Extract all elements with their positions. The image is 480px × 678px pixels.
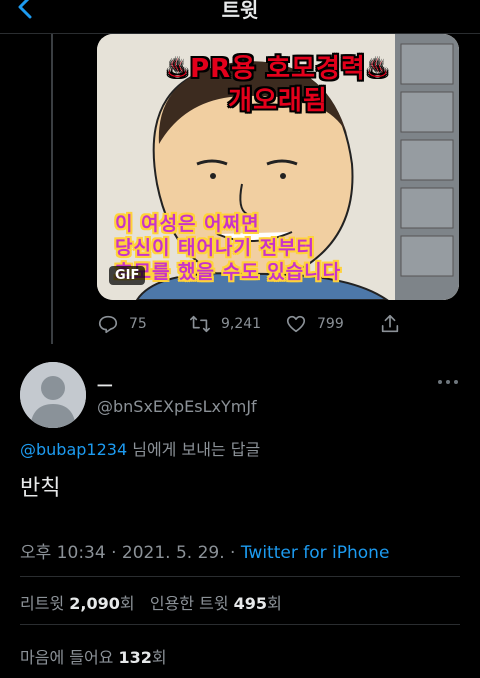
likes-label: 마음에 들어요 bbox=[20, 648, 114, 667]
tweet-date[interactable]: 2021. 5. 29. bbox=[122, 543, 225, 563]
more-options-button[interactable] bbox=[436, 374, 460, 388]
divider bbox=[20, 624, 460, 625]
gif-badge: GIF bbox=[109, 266, 146, 285]
retweet-icon bbox=[190, 315, 210, 333]
quote-tweets-label: 인용한 트윗 bbox=[149, 594, 229, 613]
quote-tweets-stat[interactable]: 인용한 트윗 495회 bbox=[150, 594, 282, 613]
more-horizontal-icon bbox=[438, 380, 458, 384]
tweet-source-link[interactable]: Twitter for iPhone bbox=[241, 543, 390, 563]
avatar[interactable] bbox=[20, 362, 86, 428]
tweet-text: 반칙 bbox=[20, 476, 61, 501]
divider bbox=[20, 576, 460, 577]
reply-count: 75 bbox=[129, 316, 147, 332]
gif-headline-line2: 개오래됨 bbox=[228, 86, 328, 116]
quote-tweets-count: 495 bbox=[233, 594, 268, 613]
display-name[interactable]: ㅡ bbox=[97, 372, 113, 397]
reply-icon bbox=[98, 315, 118, 334]
likes-unit: 회 bbox=[151, 648, 167, 667]
quote-tweets-unit: 회 bbox=[267, 594, 282, 613]
likes-count: 132 bbox=[118, 648, 152, 667]
user-handle[interactable]: @bnSxEXpEsLxYmJf bbox=[97, 397, 257, 416]
gif-caption-line2: 당신이 태어나기 전부터 bbox=[115, 237, 316, 259]
default-profile-icon bbox=[20, 362, 86, 428]
heart-icon bbox=[286, 315, 306, 333]
gif-caption-line3: 호모를 했을 수도 있습니다 bbox=[115, 261, 342, 283]
replying-to-handle-link[interactable]: @bubap1234 bbox=[20, 440, 127, 459]
retweets-stat[interactable]: 리트윗 2,090회 bbox=[20, 594, 135, 613]
thread-connector-line bbox=[51, 34, 53, 344]
gif-media[interactable]: ♨PR용 호모경력♨ 개오래됨 이 여성은 어쩌면 당신이 태어나기 전부터 호… bbox=[97, 34, 459, 300]
engagement-stats: 리트윗 2,090회 인용한 트윗 495회 bbox=[20, 590, 282, 614]
meta-separator: · bbox=[230, 543, 236, 563]
share-icon bbox=[381, 314, 399, 333]
gif-caption-line1: 이 여성은 어쩌면 bbox=[115, 213, 260, 235]
retweets-unit: 회 bbox=[119, 594, 135, 613]
tweet-metadata: 오후 10:34 · 2021. 5. 29. · Twitter for iP… bbox=[20, 538, 389, 563]
replying-to: @bubap1234 님에게 보내는 답글 bbox=[20, 436, 260, 460]
replying-to-suffix: 님에게 보내는 답글 bbox=[127, 440, 261, 459]
gif-headline-line1: ♨PR용 호모경력♨ bbox=[165, 54, 391, 84]
like-count: 799 bbox=[317, 316, 344, 332]
like-button[interactable]: 799 bbox=[285, 312, 344, 336]
reply-button[interactable]: 75 bbox=[97, 312, 147, 336]
retweet-count: 9,241 bbox=[221, 316, 262, 332]
retweets-count: 2,090 bbox=[69, 594, 120, 613]
parent-tweet-actions: 75 9,241 799 bbox=[97, 312, 407, 336]
share-button[interactable] bbox=[379, 312, 411, 336]
retweets-label: 리트윗 bbox=[20, 594, 65, 613]
retweet-button[interactable]: 9,241 bbox=[189, 312, 261, 336]
likes-stat[interactable]: 마음에 들어요 132회 bbox=[20, 644, 167, 668]
top-navigation-bar: 트윗 bbox=[0, 0, 480, 34]
meta-separator: · bbox=[111, 543, 117, 563]
page-title: 트윗 bbox=[221, 0, 259, 22]
tweet-time[interactable]: 오후 10:34 bbox=[20, 543, 106, 563]
